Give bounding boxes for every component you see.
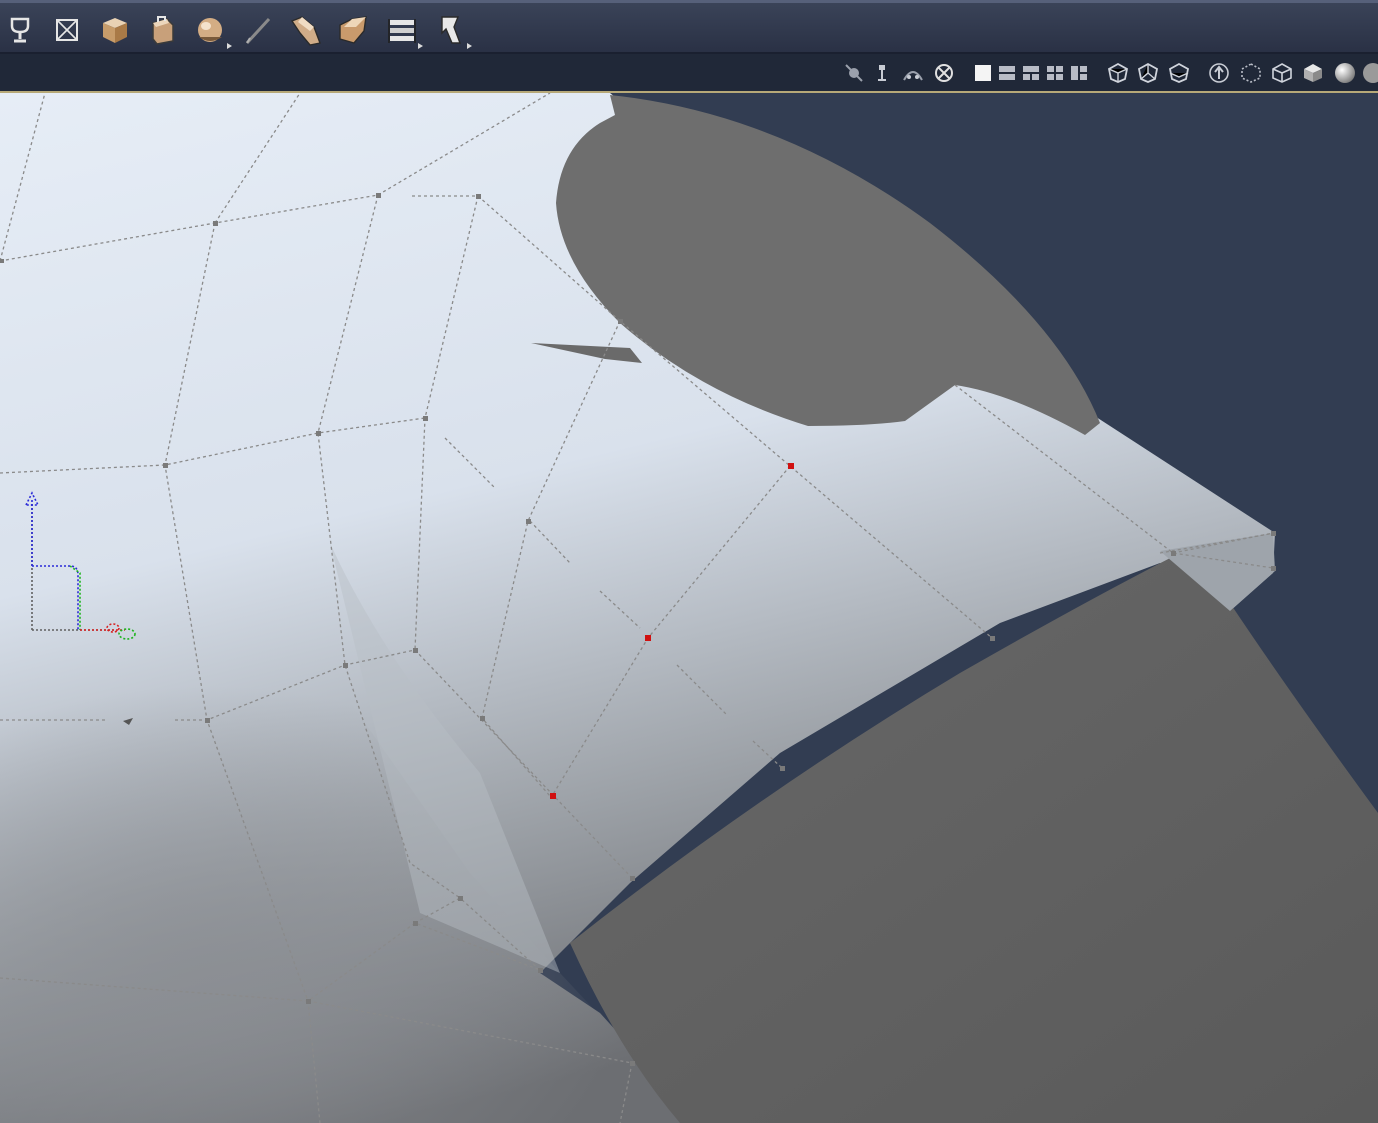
taper-tool-icon[interactable] xyxy=(385,13,423,49)
twist-tool-icon[interactable] xyxy=(336,13,370,47)
view-side-icon[interactable] xyxy=(1137,62,1159,84)
chalice-tool-icon[interactable] xyxy=(3,13,37,47)
camera-orbit-icon[interactable] xyxy=(902,62,924,84)
modeling-toolbar xyxy=(0,0,1378,54)
layout-four-icon[interactable] xyxy=(1044,62,1066,84)
layout-three-icon[interactable] xyxy=(1068,62,1090,84)
camera-move-icon[interactable] xyxy=(872,62,894,84)
layout-single-icon[interactable] xyxy=(972,62,994,84)
camera-pan-icon[interactable] xyxy=(843,62,865,84)
box-wireframe-tool-icon[interactable] xyxy=(50,13,84,47)
bag-tool-icon[interactable] xyxy=(145,13,179,47)
view-top-icon[interactable] xyxy=(1168,62,1190,84)
pen-tool-icon[interactable] xyxy=(241,13,275,47)
cube-tool-icon[interactable] xyxy=(98,13,132,47)
smooth-shaded-icon[interactable] xyxy=(1334,62,1356,84)
texture-shaded-icon[interactable] xyxy=(1362,62,1378,84)
up-axis-icon[interactable] xyxy=(1208,62,1230,84)
sphere-tool-icon[interactable] xyxy=(194,13,232,49)
wireframe-cube-icon[interactable] xyxy=(1271,62,1293,84)
solid-cube-icon[interactable] xyxy=(1302,62,1324,84)
3d-viewport[interactable] xyxy=(0,93,1378,1123)
bend-tool-icon[interactable] xyxy=(434,13,472,49)
layout-two-horizontal-icon[interactable] xyxy=(996,62,1018,84)
layout-two-vertical-icon[interactable] xyxy=(1020,62,1042,84)
viewport-header xyxy=(0,54,1378,93)
bounding-box-icon[interactable] xyxy=(1240,62,1262,84)
view-front-icon[interactable] xyxy=(1107,62,1129,84)
camera-rotate-icon[interactable] xyxy=(933,62,955,84)
morph-tool-icon[interactable] xyxy=(290,13,324,47)
